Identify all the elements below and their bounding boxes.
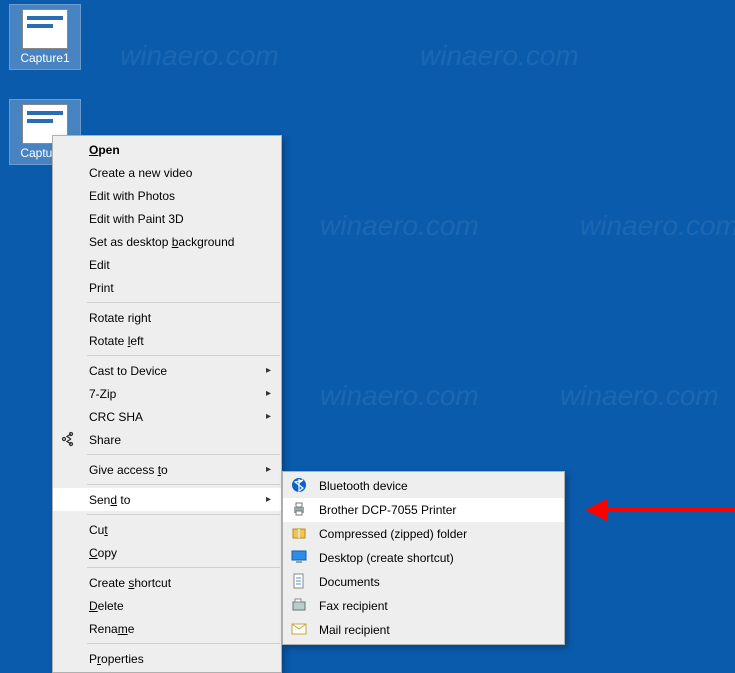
context-menu: Open Create a new video Edit with Photos Ed… bbox=[52, 135, 282, 673]
menu-separator bbox=[87, 302, 280, 303]
submenu-item-label: Mail recipient bbox=[319, 623, 390, 637]
menu-separator bbox=[87, 454, 280, 455]
menu-item-label: Create shortcut bbox=[89, 576, 171, 590]
menu-item-label: Rename bbox=[89, 622, 134, 636]
menu-item-open[interactable]: Open bbox=[53, 138, 281, 161]
printer-icon bbox=[291, 501, 307, 517]
menu-separator bbox=[87, 567, 280, 568]
submenu-item-label: Desktop (create shortcut) bbox=[319, 551, 454, 565]
submenu-item-label: Documents bbox=[319, 575, 380, 589]
menu-item-rotate-right[interactable]: Rotate right bbox=[53, 306, 281, 329]
submenu-item-documents[interactable]: Documents bbox=[283, 570, 564, 594]
desktop-icon bbox=[291, 549, 307, 565]
menu-item-label: Edit bbox=[89, 258, 110, 272]
zip-icon bbox=[291, 525, 307, 541]
menu-separator bbox=[87, 514, 280, 515]
menu-item-label: Delete bbox=[89, 599, 124, 613]
watermark: winaero.com bbox=[420, 40, 579, 72]
menu-item-label: Set as desktop background bbox=[89, 235, 234, 249]
menu-separator bbox=[87, 355, 280, 356]
submenu-item-label: Compressed (zipped) folder bbox=[319, 527, 467, 541]
menu-item-crc-sha[interactable]: CRC SHA bbox=[53, 405, 281, 428]
menu-item-label: Send to bbox=[89, 493, 130, 507]
menu-item-create-a-new-video[interactable]: Create a new video bbox=[53, 161, 281, 184]
submenu-item-brother-dcp-7055-printer[interactable]: Brother DCP-7055 Printer bbox=[283, 498, 564, 522]
submenu-item-mail-recipient[interactable]: Mail recipient bbox=[283, 618, 564, 642]
menu-item-label: Create a new video bbox=[89, 166, 192, 180]
menu-item-rename[interactable]: Rename bbox=[53, 617, 281, 640]
menu-item-delete[interactable]: Delete bbox=[53, 594, 281, 617]
desktop[interactable]: winaero.com winaero.com winaero.com wina… bbox=[0, 0, 735, 656]
watermark: winaero.com bbox=[320, 380, 479, 412]
watermark: winaero.com bbox=[120, 40, 279, 72]
menu-item-label: Give access to bbox=[89, 463, 168, 477]
menu-item-set-as-desktop-background[interactable]: Set as desktop background bbox=[53, 230, 281, 253]
icon-label: Capture1 bbox=[10, 51, 80, 69]
arrow-shaft bbox=[605, 507, 735, 512]
menu-item-label: Open bbox=[89, 143, 120, 157]
submenu-item-bluetooth-device[interactable]: Bluetooth device bbox=[283, 474, 564, 498]
bluetooth-icon bbox=[291, 477, 307, 493]
fax-icon bbox=[291, 597, 307, 613]
menu-item-label: Properties bbox=[89, 652, 144, 666]
submenu-item-desktop-create-shortcut-[interactable]: Desktop (create shortcut) bbox=[283, 546, 564, 570]
menu-item-cut[interactable]: Cut bbox=[53, 518, 281, 541]
menu-item-create-shortcut[interactable]: Create shortcut bbox=[53, 571, 281, 594]
doc-icon bbox=[291, 573, 307, 589]
file-thumb-icon bbox=[22, 9, 68, 49]
menu-item-label: Cut bbox=[89, 523, 108, 537]
menu-item-label: Rotate right bbox=[89, 311, 151, 325]
menu-separator bbox=[87, 484, 280, 485]
submenu-item-compressed-zipped-folder[interactable]: Compressed (zipped) folder bbox=[283, 522, 564, 546]
menu-item-label: Edit with Photos bbox=[89, 189, 175, 203]
submenu-item-fax-recipient[interactable]: Fax recipient bbox=[283, 594, 564, 618]
submenu-item-label: Bluetooth device bbox=[319, 479, 408, 493]
mail-icon bbox=[291, 621, 307, 637]
menu-item-edit-with-paint-3d[interactable]: Edit with Paint 3D bbox=[53, 207, 281, 230]
menu-item-edit-with-photos[interactable]: Edit with Photos bbox=[53, 184, 281, 207]
menu-item-label: Rotate left bbox=[89, 334, 144, 348]
menu-item-label: Print bbox=[89, 281, 114, 295]
menu-item-share[interactable]: Share bbox=[53, 428, 281, 451]
menu-item-copy[interactable]: Copy bbox=[53, 541, 281, 564]
menu-item-label: Edit with Paint 3D bbox=[89, 212, 184, 226]
menu-item-label: Share bbox=[89, 433, 121, 447]
menu-item-print[interactable]: Print bbox=[53, 276, 281, 299]
menu-item-give-access-to[interactable]: Give access to bbox=[53, 458, 281, 481]
menu-item-cast-to-device[interactable]: Cast to Device bbox=[53, 359, 281, 382]
menu-item-edit[interactable]: Edit bbox=[53, 253, 281, 276]
submenu-item-label: Fax recipient bbox=[319, 599, 388, 613]
menu-item-label: Copy bbox=[89, 546, 117, 560]
sendto-submenu: Bluetooth device Brother DCP-7055 Printer… bbox=[282, 471, 565, 645]
submenu-item-label: Brother DCP-7055 Printer bbox=[319, 503, 456, 517]
menu-item-send-to[interactable]: Send to bbox=[53, 488, 281, 511]
menu-item-7-zip[interactable]: 7-Zip bbox=[53, 382, 281, 405]
menu-separator bbox=[87, 643, 280, 644]
share-icon bbox=[61, 431, 77, 447]
menu-item-label: Cast to Device bbox=[89, 364, 167, 378]
annotation-arrow bbox=[585, 499, 735, 519]
watermark: winaero.com bbox=[320, 210, 479, 242]
arrow-head-icon bbox=[585, 499, 607, 521]
watermark: winaero.com bbox=[580, 210, 735, 242]
watermark: winaero.com bbox=[560, 380, 719, 412]
desktop-icon-capture1[interactable]: Capture1 bbox=[10, 5, 80, 69]
menu-item-properties[interactable]: Properties bbox=[53, 647, 281, 670]
menu-item-label: 7-Zip bbox=[89, 387, 116, 401]
menu-item-label: CRC SHA bbox=[89, 410, 143, 424]
menu-item-rotate-left[interactable]: Rotate left bbox=[53, 329, 281, 352]
